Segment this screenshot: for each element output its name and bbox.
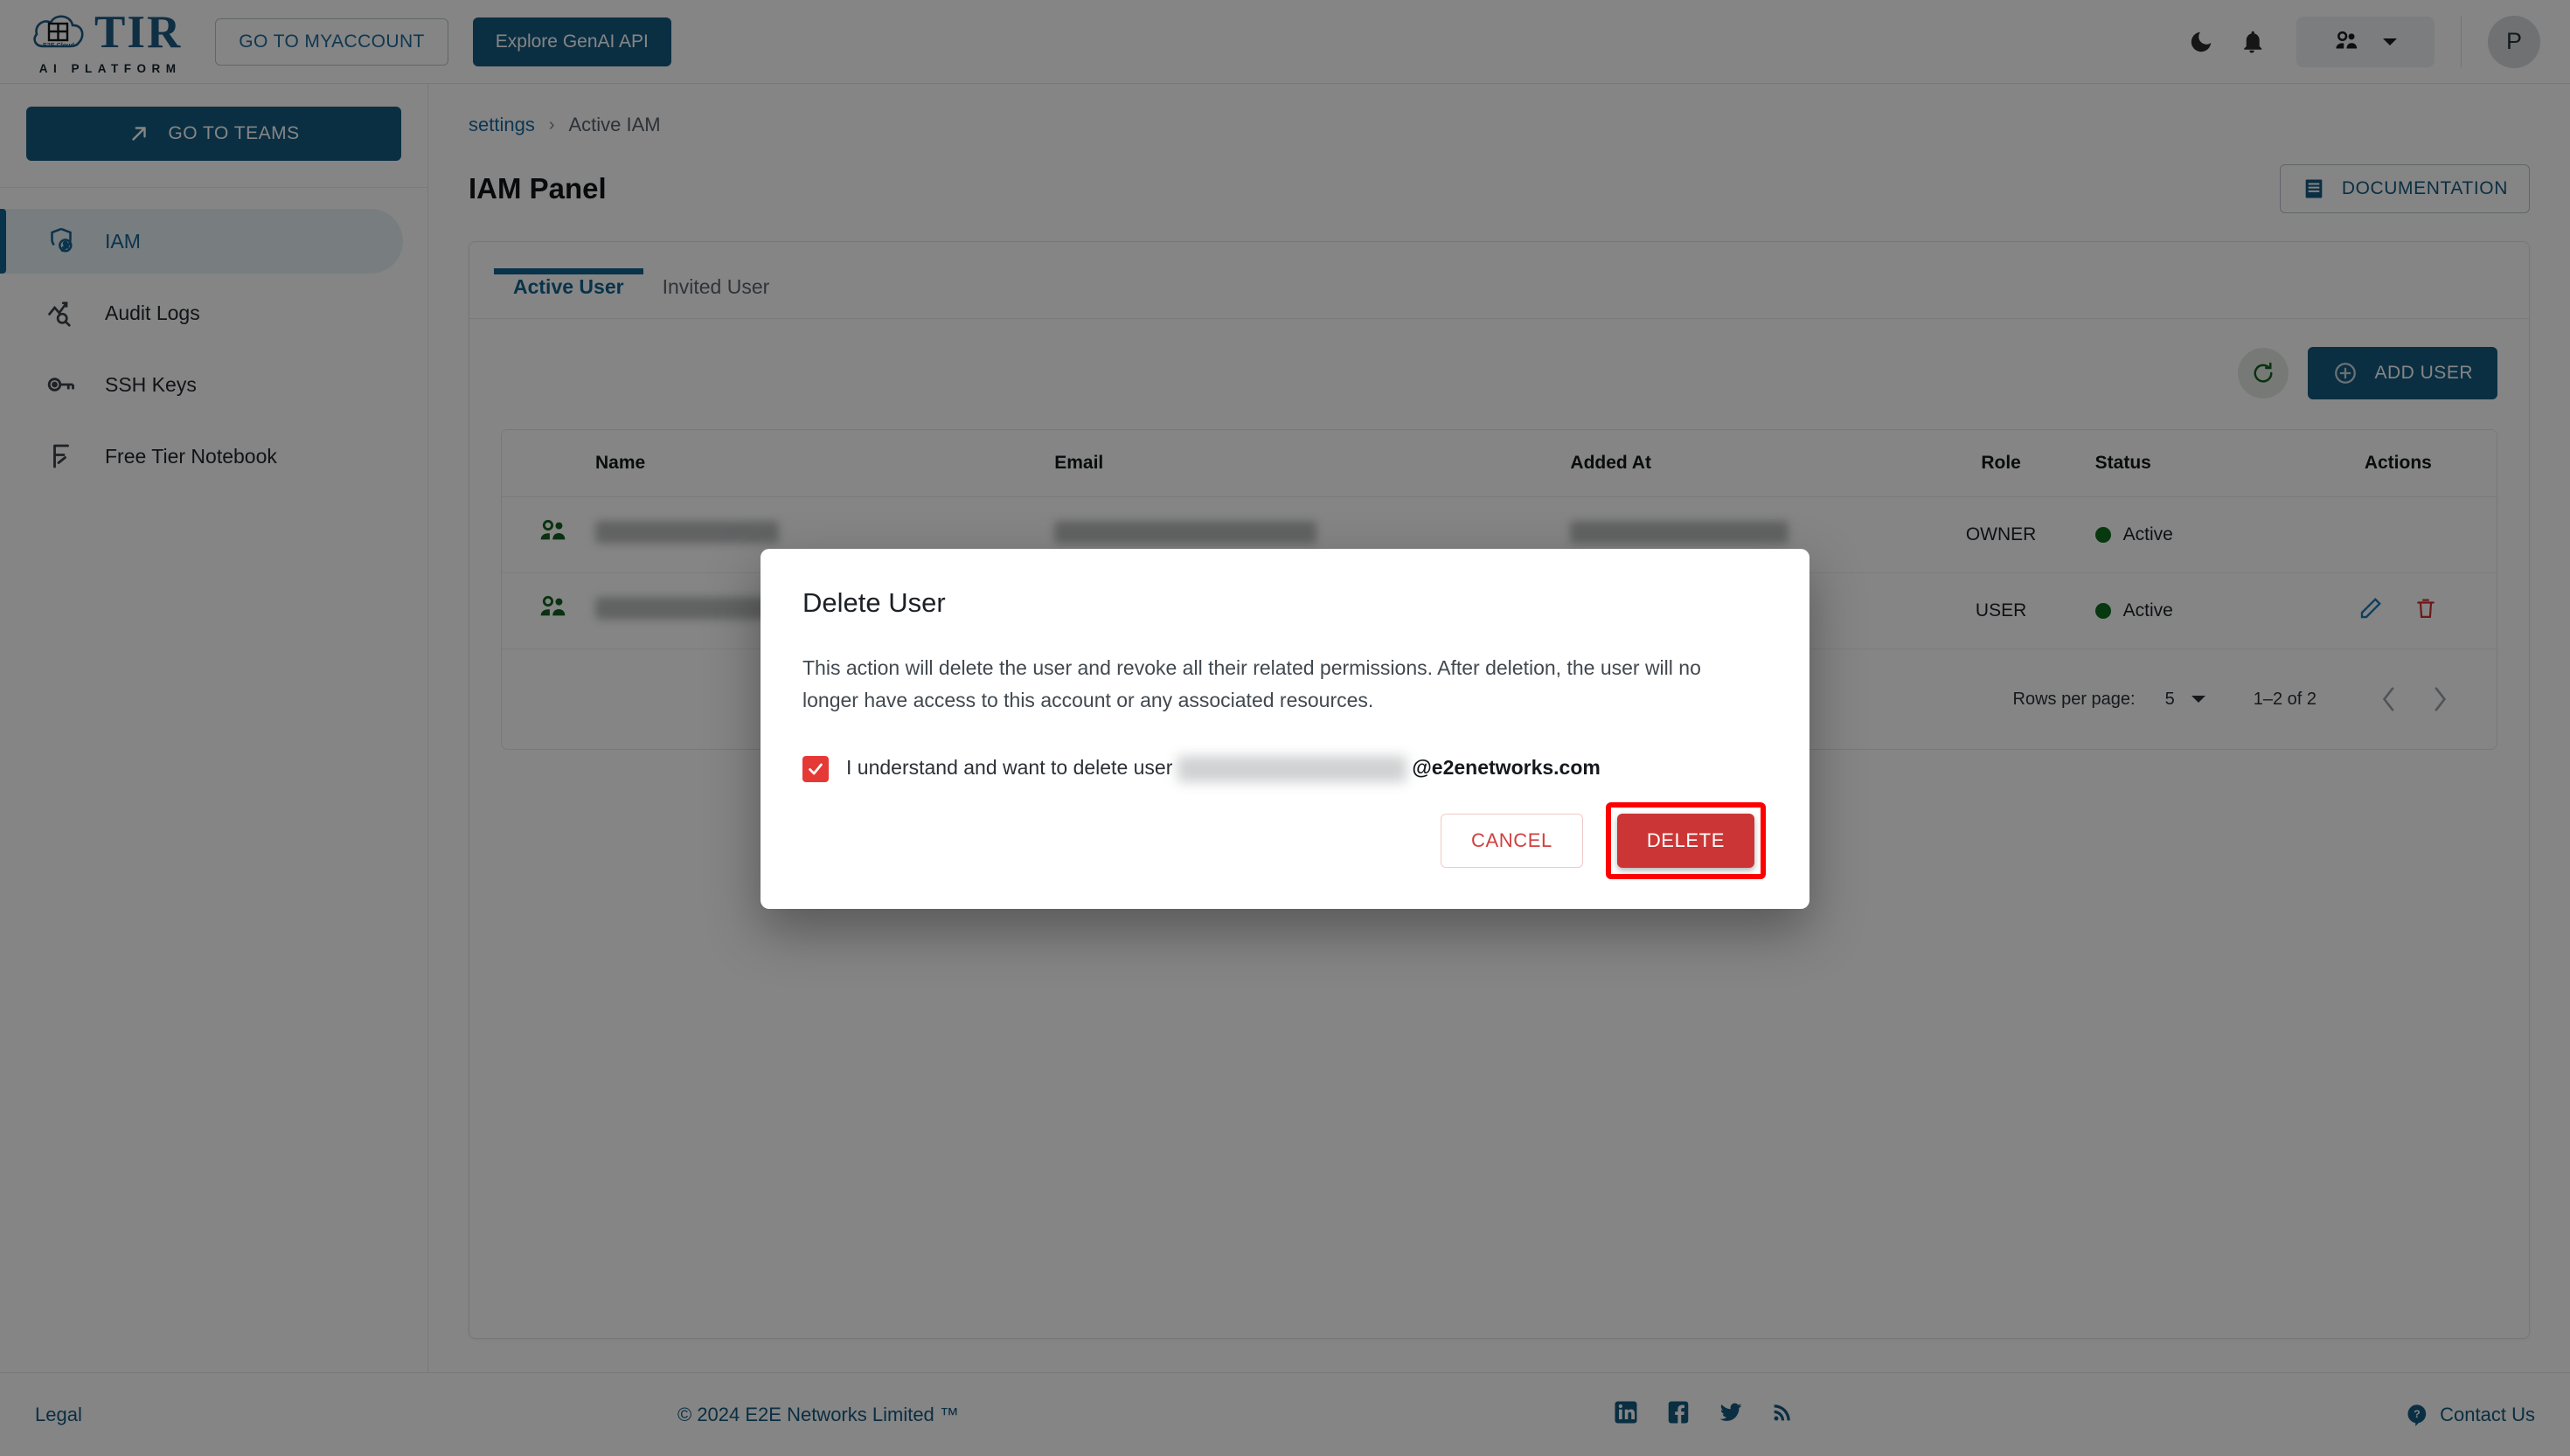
- dialog-actions: CANCEL DELETE: [1440, 802, 1766, 879]
- confirm-delete-checkbox-row: I understand and want to delete user @e2e…: [802, 755, 1768, 782]
- cancel-button[interactable]: CANCEL: [1440, 814, 1583, 868]
- delete-user-dialog: Delete User This action will delete the …: [761, 549, 1809, 909]
- redacted-username: [1177, 755, 1407, 782]
- dialog-title: Delete User: [802, 587, 946, 618]
- delete-button-highlight: DELETE: [1605, 802, 1766, 879]
- confirm-delete-checkbox[interactable]: [802, 755, 829, 782]
- confirm-delete-label: I understand and want to delete user @e2e…: [846, 755, 1601, 782]
- confirm-delete-prefix: I understand and want to delete user: [846, 755, 1173, 779]
- confirm-delete-domain: @e2enetworks.com: [1412, 755, 1601, 779]
- delete-button[interactable]: DELETE: [1616, 814, 1754, 868]
- dialog-body-text: This action will delete the user and rev…: [802, 656, 1701, 712]
- check-icon: [809, 763, 823, 774]
